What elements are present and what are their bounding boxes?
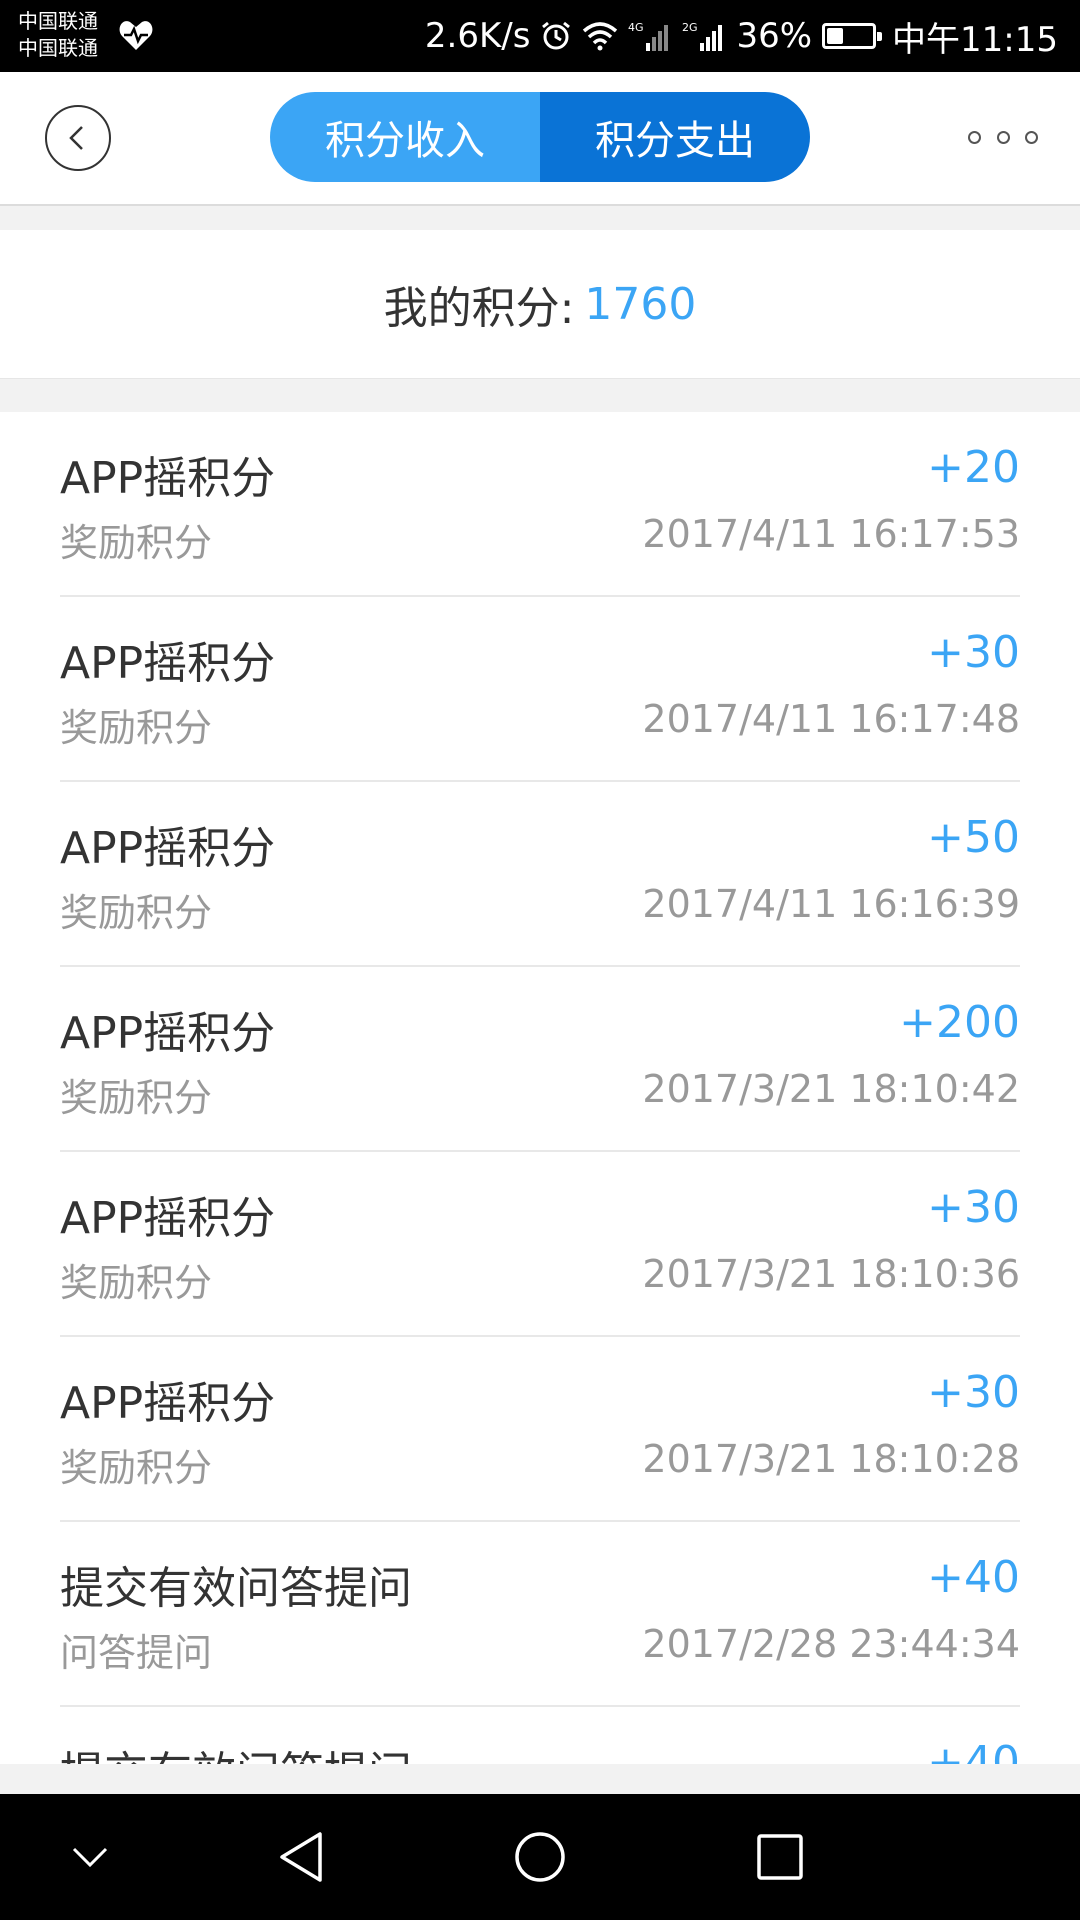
record-amount: +30 [927,1367,1020,1418]
more-dots-icon [996,130,1010,144]
record-title: APP摇积分 [60,1008,276,1059]
record-time: 2017/4/11 16:16:39 [642,882,1020,926]
top-bar: 积分收入 积分支出 [0,72,1080,206]
tab-points-expense[interactable]: 积分支出 [540,92,810,182]
record-time: 2017/4/11 16:17:48 [642,697,1020,741]
record-title: APP摇积分 [60,1193,276,1244]
nav-recents-button[interactable] [750,1827,810,1887]
clock: 中午11:15 [892,19,1058,60]
alarm-icon [542,21,571,50]
points-record-row[interactable]: APP摇积分奖励积分 +20 2017/4/11 16:17:53 [60,412,1020,597]
points-record-row[interactable]: APP摇积分奖励积分 +50 2017/4/11 16:16:39 [60,782,1020,967]
net2-label: 2G [682,21,698,34]
record-type: 奖励积分 [60,1446,213,1490]
record-title: 提交有效问答提问 [60,1563,412,1614]
points-tab-switch: 积分收入 积分支出 [270,92,810,182]
record-amount: +200 [899,997,1020,1048]
record-type: 奖励积分 [60,1261,213,1305]
points-record-row[interactable]: APP摇积分奖励积分 +30 2017/3/21 18:10:28 [60,1337,1020,1522]
circle-home-icon [515,1832,565,1882]
nav-collapse-button[interactable] [60,1827,120,1887]
points-record-row[interactable]: 提交有效问答提问问答提问+40 [60,1707,1020,1764]
record-time: 2017/3/21 18:10:28 [642,1437,1020,1481]
carrier-1: 中国联通 [18,9,98,33]
carrier-2: 中国联通 [18,36,98,60]
nav-back-button[interactable] [270,1827,330,1887]
system-nav-bar [0,1794,1080,1920]
battery-percent: 36% [736,16,813,56]
triangle-back-icon [280,1832,322,1882]
net1-label: 4G [628,21,644,34]
chevron-down-icon [72,1847,108,1868]
points-record-row[interactable]: APP摇积分奖励积分 +30 2017/3/21 18:10:36 [60,1152,1020,1337]
record-type: 奖励积分 [60,706,213,750]
record-amount: +20 [927,442,1020,493]
carrier-labels: 中国联通 中国联通 [18,8,98,62]
wifi-icon [583,22,618,51]
status-bar: 中国联通 中国联通 2.6K/s 4G 2G 36% 中午11:15 [0,0,1080,72]
battery-icon [822,23,883,49]
nav-home-button[interactable] [510,1827,570,1887]
record-amount: +50 [927,812,1020,863]
record-type: 奖励积分 [60,521,213,565]
signal-4g-icon: 4G [628,21,669,51]
signal-2g-icon: 2G [682,21,723,51]
record-amount: +30 [927,1182,1020,1233]
tab-points-income[interactable]: 积分收入 [270,92,540,182]
record-time: 2017/4/11 16:17:53 [642,512,1020,556]
points-record-row[interactable]: APP摇积分奖励积分 +30 2017/4/11 16:17:48 [60,597,1020,782]
my-points-summary: 我的积分: 1760 [0,230,1080,379]
points-record-row[interactable]: 提交有效问答提问问答提问 +40 2017/2/28 23:44:34 [60,1522,1020,1707]
record-title: APP摇积分 [60,638,276,689]
my-points-label: 我的积分: [383,283,575,334]
more-dots-icon [968,130,981,144]
record-amount: +40 [927,1737,1020,1764]
network-speed: 2.6K/s [424,16,531,56]
record-time: 2017/2/28 23:44:34 [642,1622,1020,1666]
my-points-value: 1760 [584,278,697,330]
status-indicators: 2.6K/s 4G 2G 36% 中午11:15 [425,0,1058,72]
points-record-row[interactable]: APP摇积分奖励积分 +200 2017/3/21 18:10:42 [60,967,1020,1152]
record-time: 2017/3/21 18:10:42 [642,1067,1020,1111]
record-title: APP摇积分 [60,453,276,504]
square-recents-icon [757,1834,803,1880]
record-title: 提交有效问答提问 [60,1737,412,1764]
battery-fill [827,28,844,44]
record-time: 2017/3/21 18:10:36 [642,1252,1020,1296]
heart-rate-icon [119,21,153,50]
more-button[interactable] [968,117,1038,157]
record-type: 问答提问 [60,1631,213,1675]
record-title: APP摇积分 [60,1378,276,1429]
record-amount: +40 [927,1552,1020,1603]
more-dots-icon [1025,130,1038,144]
back-arrow-icon [69,126,83,150]
record-title: APP摇积分 [60,823,276,874]
record-amount: +30 [927,627,1020,678]
record-type: 奖励积分 [60,891,213,935]
back-button[interactable] [45,105,111,171]
points-record-list: APP摇积分 奖励积分 +20 2017/4/11 16:17:53 APP摇积分 奖励积… [0,412,1080,1764]
record-type: 奖励积分 [60,1076,213,1120]
